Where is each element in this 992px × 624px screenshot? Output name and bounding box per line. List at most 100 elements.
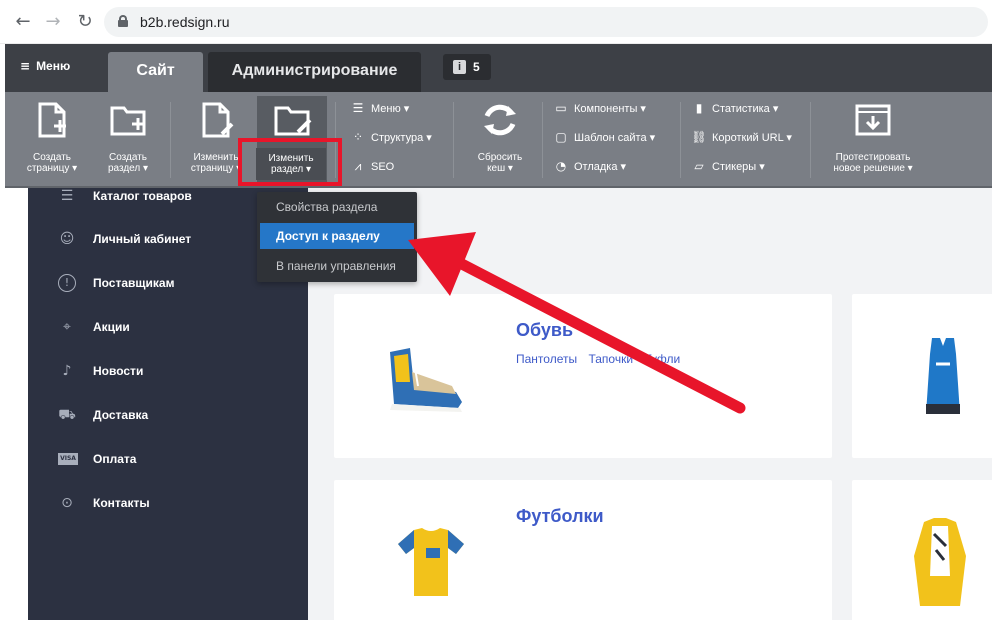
admin-toolbar: Создать страницу ▾ Создать раздел ▾ Измени… bbox=[5, 92, 992, 188]
alert-circle-icon: ! bbox=[58, 274, 76, 292]
sidebar-item-label: Поставщикам bbox=[93, 276, 175, 290]
link-icon: ⛓ bbox=[691, 130, 707, 144]
screenshot-frame: ← → ↻ b2b.redsign.ru ≡ Меню Сайт Админист… bbox=[0, 0, 992, 624]
create-section-line2: раздел ▾ bbox=[107, 163, 149, 174]
sidebar-item-label: Личный кабинет bbox=[93, 232, 192, 246]
chart-line-icon: ⩘ bbox=[354, 159, 362, 173]
edit-folder-icon bbox=[274, 106, 312, 136]
menu-dropdown-label: Меню ▾ bbox=[371, 103, 410, 115]
forward-icon[interactable]: → bbox=[42, 11, 64, 33]
back-icon[interactable]: ← bbox=[12, 11, 34, 33]
sidebar-item-label: Оплата bbox=[93, 452, 137, 466]
sidebar-item-label: Доставка bbox=[93, 408, 149, 422]
dropdown-item-control-panel[interactable]: В панели управления bbox=[257, 253, 417, 279]
sidebar-item-label: Акции bbox=[93, 320, 130, 334]
test-solution-line2: новое решение ▾ bbox=[833, 163, 913, 174]
short-url-dropdown[interactable]: ⛓ Короткий URL ▾ bbox=[691, 128, 792, 146]
debug-dropdown[interactable]: ◔ Отладка ▾ bbox=[553, 157, 626, 175]
sidebar-item-promotions[interactable]: ⌖ Акции bbox=[28, 312, 308, 342]
structure-dropdown[interactable]: ⁘ Структура ▾ bbox=[350, 128, 432, 146]
structure-icon: ⁘ bbox=[352, 130, 364, 144]
menu-dropdown[interactable]: ☰ Меню ▾ bbox=[350, 99, 410, 117]
seo-button[interactable]: ⩘ SEO bbox=[350, 157, 395, 175]
toolbar-divider bbox=[542, 102, 543, 178]
reload-icon[interactable]: ↻ bbox=[74, 11, 96, 33]
sidebar-item-label: Контакты bbox=[93, 496, 150, 510]
notifications-count: 5 bbox=[473, 60, 480, 74]
edit-page-icon bbox=[202, 102, 234, 138]
subcategory-links: Пантолеты Тапочки Туфли bbox=[516, 352, 688, 366]
category-card-partial-2[interactable] bbox=[852, 480, 992, 624]
refresh-icon bbox=[484, 104, 516, 136]
sneaker-image bbox=[390, 348, 462, 412]
reset-cache-button[interactable]: Сбросить кеш ▾ bbox=[460, 92, 540, 188]
category-card-shoes[interactable]: Обувь Пантолеты Тапочки Туфли bbox=[334, 294, 832, 458]
tab-site[interactable]: Сайт bbox=[108, 52, 203, 92]
user-gear-icon: ☺ bbox=[59, 231, 75, 247]
toolbar-divider bbox=[680, 102, 681, 178]
create-page-line1: Создать bbox=[32, 152, 71, 163]
truck-icon: ⛟ bbox=[58, 407, 76, 423]
edit-section-dropdown: Свойства раздела Доступ к разделу В пане… bbox=[257, 192, 417, 282]
seo-label: SEO bbox=[371, 161, 395, 173]
sidebar-item-news[interactable]: ♪ Новости bbox=[28, 356, 308, 386]
url-text: b2b.redsign.ru bbox=[140, 14, 230, 30]
debug-label: Отладка ▾ bbox=[574, 161, 627, 173]
sidebar-item-label: Каталог товаров bbox=[93, 189, 192, 203]
menu-button[interactable]: ≡ Меню bbox=[20, 59, 70, 73]
subcategory-link[interactable]: Тапочки bbox=[588, 352, 633, 366]
sidebar-item-delivery[interactable]: ⛟ Доставка bbox=[28, 400, 308, 430]
tshirt-image bbox=[398, 528, 464, 596]
menu-label: Меню bbox=[36, 59, 71, 73]
toolbar-divider bbox=[810, 102, 811, 178]
clipboard-icon: ▢ bbox=[555, 130, 567, 144]
new-folder-icon bbox=[110, 106, 146, 136]
components-dropdown[interactable]: ▭ Компоненты ▾ bbox=[553, 99, 646, 117]
stickers-dropdown[interactable]: ▱ Стикеры ▾ bbox=[691, 157, 765, 175]
test-solution-button[interactable]: Протестировать новое решение ▾ bbox=[820, 92, 926, 188]
notifications-button[interactable]: i 5 bbox=[443, 54, 491, 80]
components-label: Компоненты ▾ bbox=[574, 103, 646, 115]
sidebar-item-label: Новости bbox=[93, 364, 144, 378]
bell-icon: ♪ bbox=[62, 363, 72, 379]
speedometer-icon: ◔ bbox=[555, 159, 567, 173]
site-template-label: Шаблон сайта ▾ bbox=[574, 132, 656, 144]
highlight-box bbox=[238, 138, 342, 186]
dropdown-item-section-access[interactable]: Доступ к разделу bbox=[260, 223, 414, 249]
visa-icon: VISA bbox=[58, 453, 78, 465]
short-url-label: Короткий URL ▾ bbox=[712, 132, 792, 144]
sidebar-item-contacts[interactable]: ⊙ Контакты bbox=[28, 488, 308, 518]
category-card-tshirts[interactable]: Футболки bbox=[334, 480, 832, 624]
reset-cache-line1: Сбросить bbox=[477, 152, 523, 163]
create-page-button[interactable]: Создать страницу ▾ bbox=[17, 92, 87, 188]
edit-page-line2: страницу ▾ bbox=[190, 163, 242, 174]
jersey-dress-image bbox=[926, 338, 960, 414]
create-page-line2: страницу ▾ bbox=[26, 163, 78, 174]
list-icon: ☰ bbox=[60, 188, 74, 204]
sidebar-item-payment[interactable]: VISA Оплата bbox=[28, 444, 308, 474]
category-card-partial[interactable] bbox=[852, 294, 992, 458]
hamburger-icon: ≡ bbox=[20, 59, 31, 73]
admin-panel-header: ≡ Меню Сайт Администрирование i 5 bbox=[5, 44, 992, 92]
category-title[interactable]: Обувь bbox=[516, 320, 573, 341]
tag-icon: ⌖ bbox=[63, 319, 71, 335]
location-pin-icon: ⊙ bbox=[61, 495, 73, 511]
menu-list-icon: ☰ bbox=[352, 101, 364, 115]
statistics-label: Статистика ▾ bbox=[712, 103, 779, 115]
dropdown-item-section-properties[interactable]: Свойства раздела bbox=[257, 194, 417, 220]
stickers-label: Стикеры ▾ bbox=[712, 161, 765, 173]
subcategory-link[interactable]: Туфли bbox=[644, 352, 680, 366]
jacket-image bbox=[914, 518, 966, 606]
edit-page-line1: Изменить bbox=[193, 152, 239, 163]
lock-icon bbox=[118, 15, 128, 27]
create-section-button[interactable]: Создать раздел ▾ bbox=[93, 92, 163, 188]
structure-dropdown-label: Структура ▾ bbox=[371, 132, 432, 144]
tab-administration[interactable]: Администрирование bbox=[208, 52, 421, 92]
statistics-dropdown[interactable]: ▮ Статистика ▾ bbox=[691, 99, 779, 117]
subcategory-link[interactable]: Пантолеты bbox=[516, 352, 577, 366]
category-title[interactable]: Футболки bbox=[516, 506, 604, 527]
address-bar[interactable]: b2b.redsign.ru bbox=[104, 7, 988, 37]
info-icon: i bbox=[453, 60, 466, 74]
bar-chart-icon: ▮ bbox=[695, 101, 703, 115]
site-template-dropdown[interactable]: ▢ Шаблон сайта ▾ bbox=[553, 128, 655, 146]
